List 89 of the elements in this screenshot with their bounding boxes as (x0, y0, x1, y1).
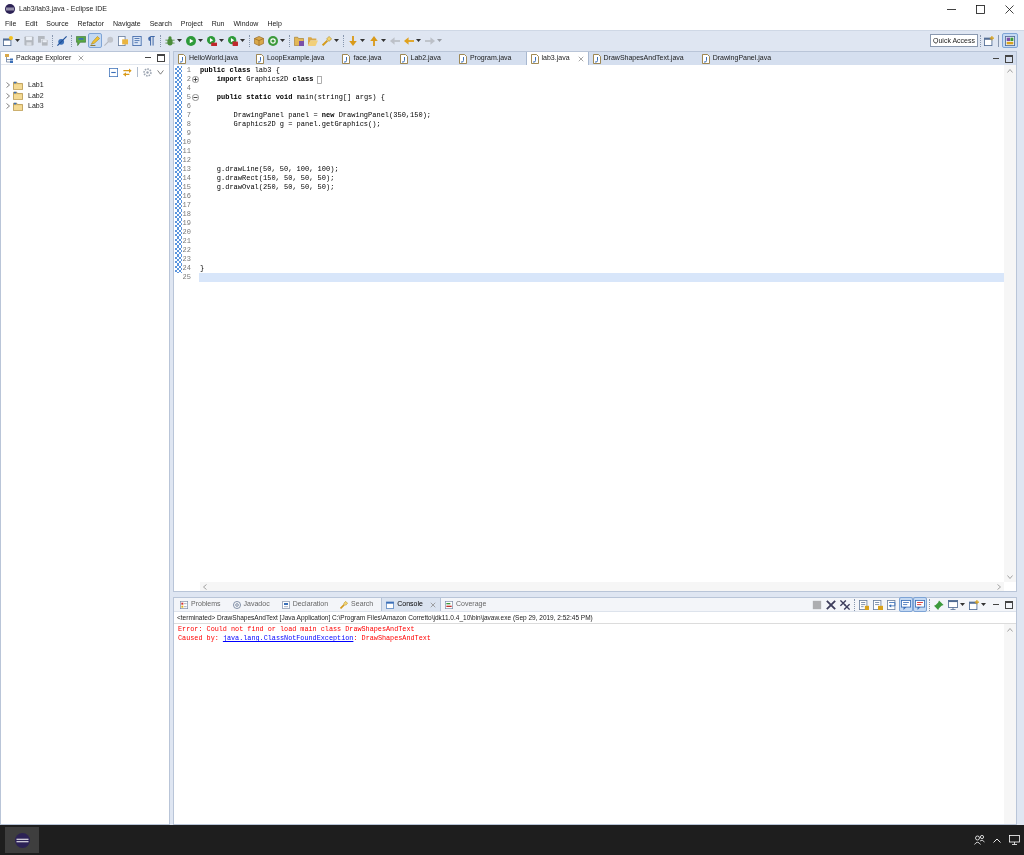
people-icon[interactable] (974, 835, 985, 845)
ring-icon (232, 600, 241, 609)
toolbar-button[interactable] (983, 33, 995, 48)
window-icon (386, 600, 395, 609)
package-tree-icon (5, 53, 13, 63)
toolbar-button[interactable] (967, 597, 988, 612)
caret-icon (416, 39, 421, 42)
open-folder-icon (308, 35, 318, 46)
scrollbar[interactable] (1004, 624, 1016, 824)
maximize-icon[interactable] (1005, 600, 1013, 609)
caret-icon (960, 603, 965, 606)
arrow-left-icon (390, 35, 400, 46)
monitor-icon[interactable] (1009, 835, 1020, 845)
toolbar-button[interactable] (946, 597, 967, 612)
toolbar-button[interactable] (226, 33, 247, 48)
caret-icon (981, 603, 986, 606)
dotted-ring-icon[interactable] (143, 67, 152, 77)
two-arrows-icon[interactable] (123, 67, 132, 77)
taskbar-app-button[interactable] (5, 827, 39, 853)
floppy-disks-icon (38, 35, 48, 46)
collapse-icon[interactable] (191, 94, 199, 101)
pilcrow-icon (146, 35, 156, 46)
toolbar-button[interactable] (838, 597, 852, 612)
arrow-up-icon (369, 35, 379, 46)
caret-icon (437, 39, 442, 42)
caret-icon (240, 39, 245, 42)
expand-icon[interactable] (191, 76, 199, 83)
diamond-icon (934, 599, 944, 610)
folded-code-icon[interactable] (317, 75, 323, 84)
window-plus-icon (984, 35, 994, 46)
maximize-icon[interactable] (1005, 54, 1013, 63)
toolbar-button[interactable] (205, 33, 226, 48)
toolbar-button[interactable] (163, 33, 184, 48)
speech-bubble-icon (76, 35, 86, 46)
toolbar-button[interactable] (913, 597, 927, 612)
package-icon (254, 35, 264, 46)
play-bar-icon (207, 35, 217, 46)
slashed-dot-icon (57, 35, 67, 46)
folder-icon (13, 101, 23, 111)
pin-icon (104, 35, 114, 46)
text-page-icon (132, 35, 142, 46)
caret-icon (198, 39, 203, 42)
new-window-icon (3, 35, 13, 46)
highlighter-icon (90, 35, 100, 46)
blocks-icon (1005, 35, 1015, 46)
folder-icon (13, 80, 23, 90)
arrow-right-icon (425, 35, 435, 46)
caret-icon (177, 39, 182, 42)
ring-icon (268, 35, 278, 46)
toolbar-button[interactable] (320, 33, 341, 48)
flashlight-icon (322, 35, 332, 46)
arrow-left-icon (404, 35, 414, 46)
toolbar-button[interactable] (899, 597, 913, 612)
caret-icon (219, 39, 224, 42)
folder-icon (13, 91, 23, 101)
caret-icon (360, 39, 365, 42)
message-alert-icon (915, 599, 925, 610)
eclipse-logo-icon (5, 4, 15, 14)
chevron-right-icon[interactable] (5, 82, 11, 89)
maximize-icon[interactable] (976, 4, 985, 14)
chevron-right-icon[interactable] (5, 92, 11, 99)
toolbar-button[interactable] (266, 33, 287, 48)
collapse-all-icon[interactable] (109, 67, 118, 77)
chevron-right-icon[interactable] (5, 103, 11, 110)
chevron-up-icon[interactable] (993, 837, 1001, 843)
stop-icon (812, 599, 822, 610)
caret-icon (381, 39, 386, 42)
play-icon (186, 35, 196, 46)
caret-icon (280, 39, 285, 42)
close-icon[interactable] (1005, 4, 1014, 14)
caret-icon (334, 39, 339, 42)
message-icon (901, 599, 911, 610)
toolbar-button[interactable] (824, 597, 838, 612)
folder-icon (294, 35, 304, 46)
toolbar-button[interactable] (1, 33, 22, 48)
toolbar-button[interactable] (55, 33, 69, 48)
eclipse-logo-icon (14, 832, 30, 848)
cross-icon (826, 599, 836, 610)
double-cross-icon (840, 599, 850, 610)
play-toolbox-icon (228, 35, 238, 46)
document-icon (118, 35, 128, 46)
maximize-icon[interactable] (157, 54, 165, 62)
arrow-down-icon (348, 35, 358, 46)
chevron-down-icon[interactable] (157, 69, 164, 75)
flashlight-icon (340, 600, 349, 609)
bug-icon (165, 35, 175, 46)
perspective-button[interactable] (1002, 33, 1018, 48)
toolbar-button[interactable] (184, 33, 205, 48)
caret-icon (15, 39, 20, 42)
